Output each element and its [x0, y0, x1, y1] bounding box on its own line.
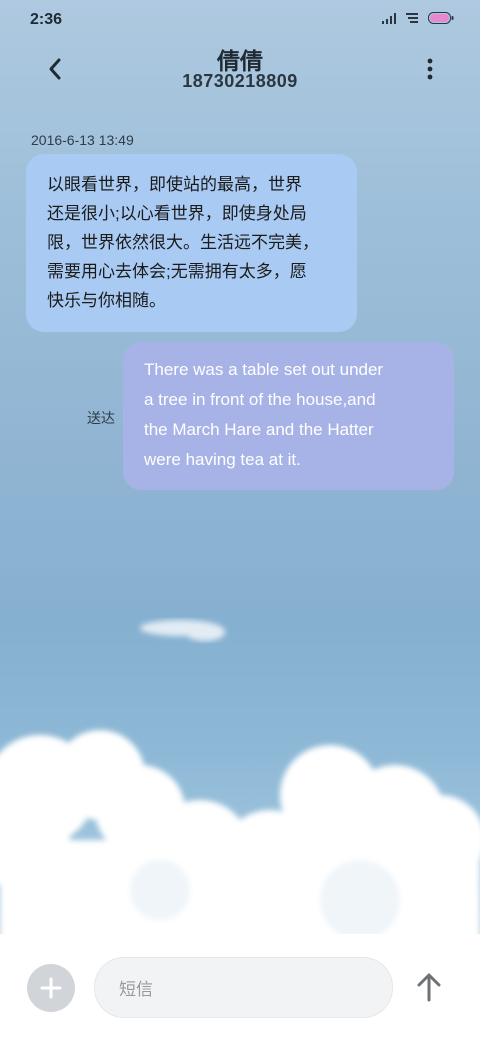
- message-line: There was a table set out under: [144, 360, 384, 379]
- sms-input[interactable]: 短信: [94, 957, 393, 1018]
- delivery-status: 送达: [87, 410, 115, 426]
- sms-input-placeholder: 短信: [119, 980, 153, 999]
- message-line: were having tea at it.: [144, 450, 301, 469]
- incoming-message-bubble[interactable]: 以眼看世界，即使站的最高，世界 还是很小;以心看世界，即使身处局 限，世界依然很…: [26, 154, 357, 332]
- message-line: a tree in front of the house,and: [144, 390, 376, 409]
- conversation-header: 倩倩 18730218809: [0, 40, 480, 100]
- message-line: 快乐与你相随。: [47, 291, 166, 310]
- message-line: the March Hare and the Hatter: [144, 420, 374, 439]
- signal-icon: [382, 13, 396, 24]
- battery-icon: [428, 12, 454, 24]
- message-line: 需要用心去体会;无需拥有太多，愿: [47, 262, 307, 281]
- status-icons: [382, 12, 454, 24]
- status-bar: 2:36: [0, 0, 480, 40]
- attach-button[interactable]: [27, 964, 75, 1012]
- composer-bar: 短信: [0, 934, 480, 1040]
- status-time: 2:36: [30, 11, 63, 28]
- arrow-up-icon: [417, 973, 441, 1002]
- wifi-icon: [406, 13, 418, 23]
- plus-icon: [40, 977, 62, 999]
- more-vertical-icon: [427, 58, 433, 80]
- cloud-background: [0, 620, 480, 940]
- message-line: 还是很小;以心看世界，即使身处局: [47, 204, 307, 223]
- more-options-button[interactable]: [418, 52, 442, 86]
- message-timestamp: 2016-6-13 13:49: [31, 132, 134, 148]
- message-line: 限，世界依然很大。生活远不完美，: [47, 233, 319, 252]
- send-button[interactable]: [414, 970, 444, 1004]
- message-line: 以眼看世界，即使站的最高，世界: [47, 175, 302, 194]
- contact-phone: 18730218809: [182, 71, 298, 91]
- outgoing-message-bubble[interactable]: There was a table set out under a tree i…: [123, 342, 454, 490]
